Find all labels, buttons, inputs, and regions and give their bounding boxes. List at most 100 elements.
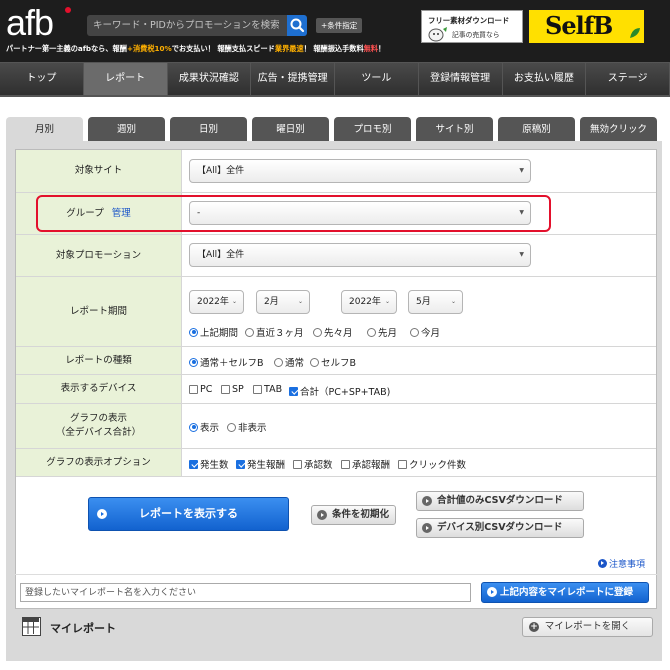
chevron-down-icon: ⌄ [297, 298, 303, 305]
from-year-select[interactable]: 2022年 ⌄ [189, 290, 244, 314]
show-report-button[interactable]: レポートを表示する [88, 497, 289, 531]
option-label: クリック件数 [409, 460, 467, 471]
search-input[interactable] [87, 15, 287, 36]
sub-tab[interactable]: 週別 [88, 117, 165, 141]
nav-item[interactable]: 登録情報管理 [418, 63, 503, 95]
row-device: 表示するデバイス PC SP TAB 合計（PC+SP+TAB) [16, 375, 656, 404]
radio-button[interactable] [313, 327, 322, 337]
check-option[interactable]: PC [189, 384, 212, 395]
tagline-highlight: 無料 [363, 44, 379, 53]
checkbox[interactable] [189, 459, 198, 469]
search-button[interactable] [287, 15, 307, 36]
radio-button[interactable] [245, 327, 254, 337]
check-option[interactable]: TAB [253, 384, 282, 395]
banner-line1: フリー素材ダウンロード [428, 16, 510, 25]
site-header: afb +条件指定 パートナー第一主義のafbなら、報酬+消費税10%でお支払い… [0, 0, 670, 62]
tagline-highlight: 業界最速 [274, 44, 304, 53]
nav-item[interactable]: 広告・提携管理 [251, 63, 335, 95]
search-icon [290, 18, 305, 33]
open-myreport-button[interactable]: + マイレポートを開く [522, 617, 653, 637]
checkbox[interactable] [189, 385, 198, 394]
nav-item[interactable]: トップ [0, 63, 84, 95]
radio-button[interactable] [189, 422, 198, 432]
option-label: 表示 [200, 423, 220, 434]
radio-option[interactable]: 表示 [189, 420, 219, 434]
graph-display-options: 表示 非表示 [181, 404, 656, 448]
sub-tab[interactable]: 無効クリック [580, 117, 657, 141]
sub-tab[interactable]: 原稿別 [498, 117, 575, 141]
banner-line2: 記事の売買なら [452, 31, 500, 39]
check-option[interactable]: 承認数 [293, 457, 333, 471]
radio-button[interactable] [410, 327, 419, 337]
selfb-logo-text: SelfB [545, 11, 613, 40]
graph-option-checks: 発生数 発生報酬 承認数 承認報酬 クリック件数 [181, 449, 656, 476]
nav-item[interactable]: 成果状況確認 [167, 63, 252, 95]
check-option[interactable]: SP [221, 384, 244, 395]
csv-device-download-button[interactable]: デバイス別CSVダウンロード [416, 518, 584, 538]
radio-option[interactable]: 先月 [367, 325, 397, 339]
radio-button[interactable] [189, 327, 198, 337]
from-month-value: 2月 [264, 297, 279, 307]
checkbox[interactable] [253, 385, 262, 394]
csv-total-download-button[interactable]: 合計値のみCSVダウンロード [416, 491, 584, 511]
option-label: 承認数 [304, 460, 333, 471]
arrow-right-icon [97, 509, 107, 519]
check-option[interactable]: 合計（PC+SP+TAB) [289, 384, 390, 398]
radio-button[interactable] [189, 357, 198, 367]
target-promotion-select[interactable]: 【All】全件 ▼ [189, 243, 531, 267]
radio-option[interactable]: 通常 [274, 355, 304, 369]
check-option[interactable]: クリック件数 [398, 457, 466, 471]
checkbox[interactable] [289, 386, 298, 396]
graph-display-label-line1: グラフの表示 [69, 413, 127, 424]
to-year-select[interactable]: 2022年 ⌄ [341, 290, 397, 314]
device-label: 表示するデバイス [16, 375, 181, 403]
radio-button[interactable] [310, 357, 319, 367]
radio-option[interactable]: セルフB [310, 355, 356, 369]
selfb-banner[interactable]: SelfB [529, 10, 644, 43]
checkbox[interactable] [341, 459, 350, 469]
option-label: セルフB [321, 358, 357, 369]
plus-icon: + [529, 622, 539, 632]
sub-tab[interactable]: プロモ別 [334, 117, 411, 141]
separator [15, 574, 657, 575]
checkbox[interactable] [293, 459, 302, 469]
myreport-name-input[interactable] [20, 583, 471, 602]
nav-item[interactable]: レポート [83, 63, 168, 95]
check-option[interactable]: 承認報酬 [341, 457, 390, 471]
checkbox[interactable] [236, 459, 245, 469]
nav-item[interactable]: ステージ [586, 63, 670, 95]
sub-tab[interactable]: 曜日別 [252, 117, 329, 141]
radio-option[interactable]: 上記期間 [189, 325, 238, 339]
chevron-down-icon: ⌄ [231, 298, 237, 305]
free-material-banner[interactable]: フリー素材ダウンロード 記事の売買なら [421, 10, 523, 43]
graph-display-label-line2: （全デバイス合計） [55, 427, 142, 438]
nav-item[interactable]: お支払い履歴 [502, 63, 587, 95]
tagline-highlight: +消費税10% [126, 44, 172, 53]
radio-option[interactable]: 今月 [410, 325, 440, 339]
radio-option[interactable]: 通常＋セルフB [189, 355, 264, 369]
sub-tab[interactable]: 月別 [6, 117, 83, 141]
condition-button[interactable]: +条件指定 [316, 18, 363, 33]
radio-button[interactable] [274, 357, 283, 367]
radio-option[interactable]: 先々月 [313, 325, 353, 339]
radio-option[interactable]: 非表示 [227, 420, 267, 434]
check-option[interactable]: 発生報酬 [236, 457, 285, 471]
target-site-select[interactable]: 【All】全件 ▼ [189, 159, 531, 183]
radio-button[interactable] [367, 327, 376, 337]
afb-logo[interactable]: afb [6, 4, 78, 42]
radio-button[interactable] [227, 422, 236, 432]
notes-link[interactable]: 注意事項 [598, 557, 645, 570]
from-month-select[interactable]: 2月 ⌄ [256, 290, 310, 314]
to-month-select[interactable]: 5月 ⌄ [408, 290, 463, 314]
nav-item[interactable]: ツール [335, 63, 419, 95]
checkbox[interactable] [221, 385, 230, 394]
check-option[interactable]: 発生数 [189, 457, 229, 471]
sub-tab[interactable]: サイト別 [416, 117, 493, 141]
to-year-value: 2022年 [349, 297, 381, 307]
register-myreport-button[interactable]: 上記内容をマイレポートに登録 [481, 582, 649, 603]
checkbox[interactable] [398, 459, 407, 469]
radio-option[interactable]: 直近３ヶ月 [245, 325, 304, 339]
sub-tab[interactable]: 日別 [170, 117, 247, 141]
row-target-promotion: 対象プロモーション 【All】全件 ▼ [16, 235, 656, 277]
reset-conditions-button[interactable]: 条件を初期化 [311, 505, 397, 525]
